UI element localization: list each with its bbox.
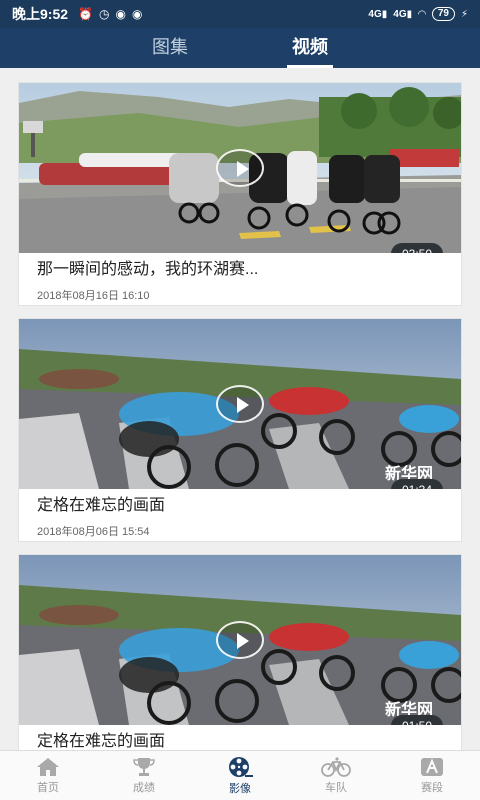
status-time: 晚上9:52 [12,6,69,22]
top-tab-bar: 图集 视频 [0,28,480,68]
duration-badge: 03:50 [390,243,443,253]
tab-video[interactable]: 视频 [240,28,380,68]
video-thumbnail[interactable]: 新华网 01:50 [19,555,461,725]
nav-label: 赛段 [421,781,443,794]
play-button[interactable] [216,621,264,659]
battery-icon: 79 [431,7,455,21]
nav-label: 成绩 [133,781,155,794]
nav-results[interactable]: 成绩 [96,751,192,800]
video-thumbnail[interactable]: 新华网 01:34 [19,319,461,489]
duration-badge: 01:50 [390,715,443,725]
film-reel-icon [229,756,253,777]
play-button[interactable] [216,385,264,423]
video-list[interactable]: 03:50 那一瞬间的感动，我的环湖赛... 2018年08月16日 16:10 [0,68,480,750]
app-notify-icon: ◉ [131,7,143,21]
video-card[interactable]: 新华网 01:50 定格在难忘的画面 [18,554,462,750]
video-title[interactable]: 定格在难忘的画面 [37,731,443,750]
video-title[interactable]: 那一瞬间的感动，我的环湖赛... [37,259,443,281]
bicycle-icon [321,756,351,777]
duration-badge: 01:34 [390,479,443,489]
nav-teams[interactable]: 车队 [288,751,384,800]
stage-icon [421,757,443,776]
nav-label: 车队 [325,781,347,794]
nav-home[interactable]: 首页 [0,751,96,800]
status-bar: 晚上9:52 ⏰ ◷ ◉ ◉ 4G▮ 4G▮ ◠ 79 ⚡ [0,0,480,28]
video-card[interactable]: 03:50 那一瞬间的感动，我的环湖赛... 2018年08月16日 16:10 [18,82,462,306]
tab-gallery[interactable]: 图集 [100,28,240,68]
video-title[interactable]: 定格在难忘的画面 [37,495,443,517]
signal-icon: 4G▮ [368,8,388,20]
home-icon [37,757,59,776]
wifi-icon: ◠ [418,8,426,20]
alarm-icon: ◷ [98,7,110,21]
video-date: 2018年08月06日 15:54 [37,526,150,538]
charging-icon: ⚡ [460,8,468,20]
play-button[interactable] [216,149,264,187]
alarm-off-icon: ⏰ [78,7,93,21]
trophy-icon [133,757,155,776]
app-notify-icon: ◉ [115,7,126,21]
signal-icon: 4G▮ [393,8,413,20]
nav-label: 首页 [37,781,59,794]
video-thumbnail[interactable]: 03:50 [19,83,461,253]
nav-stages[interactable]: 赛段 [384,751,480,800]
nav-label: 影像 [229,782,251,795]
bottom-nav: 首页 成绩 影像 车队 赛段 [0,750,480,800]
video-date: 2018年08月16日 16:10 [37,290,150,302]
nav-media[interactable]: 影像 [192,751,288,800]
video-card[interactable]: 新华网 01:34 定格在难忘的画面 2018年08月06日 15:54 [18,318,462,542]
